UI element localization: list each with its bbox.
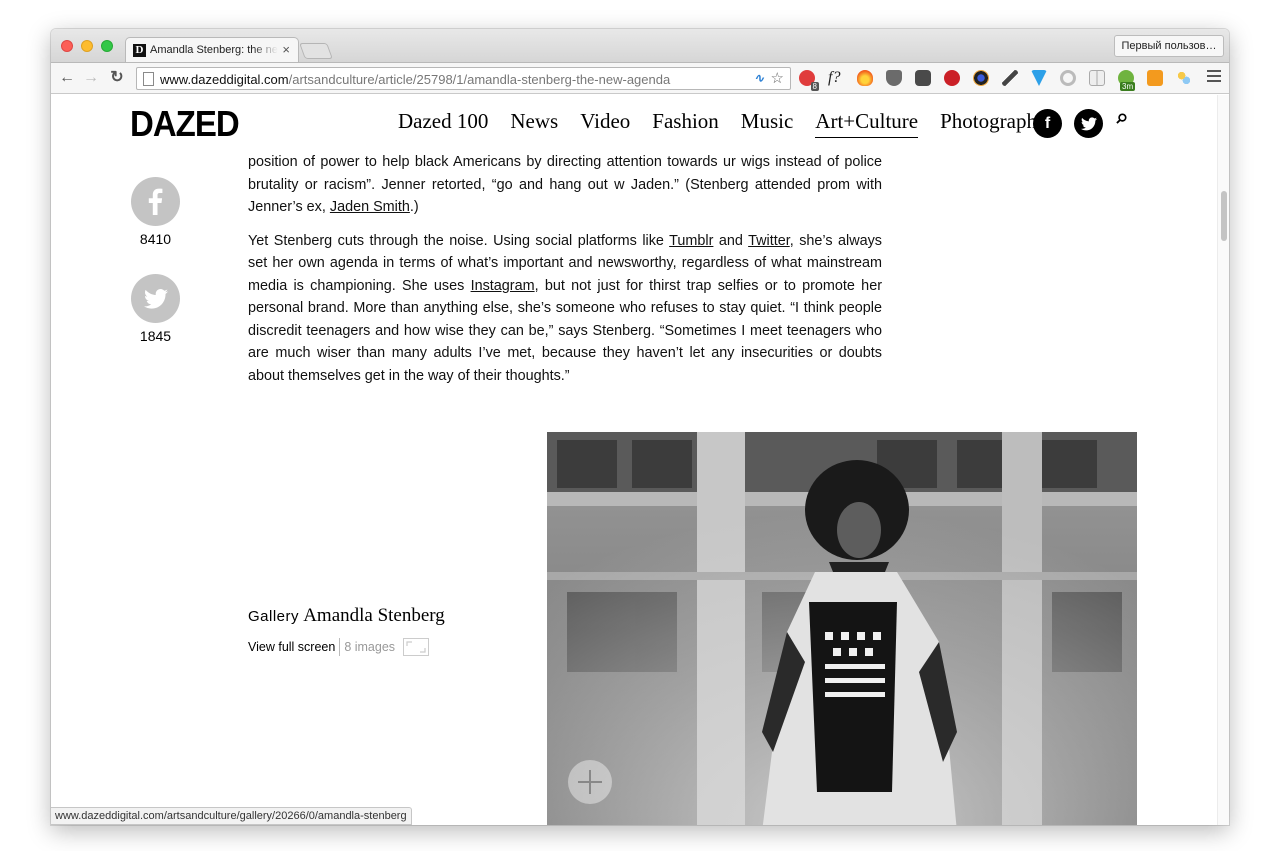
minimize-window-button[interactable] bbox=[81, 40, 93, 52]
main-nav: Dazed 100 News Video Fashion Music Art+C… bbox=[398, 109, 1047, 138]
view-full-screen-link[interactable]: View full screen bbox=[248, 640, 335, 654]
vpn-shield-icon[interactable] bbox=[1031, 70, 1047, 86]
profile-button[interactable]: Первый пользов… bbox=[1114, 35, 1224, 57]
fire-icon[interactable] bbox=[857, 70, 873, 86]
reader-icon[interactable] bbox=[1089, 70, 1105, 86]
article-paragraph: Yet Stenberg cuts through the noise. Usi… bbox=[248, 232, 882, 384]
facebook-icon bbox=[148, 188, 163, 215]
image-count: 8 images bbox=[344, 640, 396, 654]
nav-music[interactable]: Music bbox=[741, 109, 794, 138]
nav-dazed-100[interactable]: Dazed 100 bbox=[398, 109, 488, 138]
tab-strip: D Amandla Stenberg: the new agenda × Пер… bbox=[51, 29, 1229, 63]
twitter-follow-icon[interactable] bbox=[1074, 109, 1103, 138]
chrome-menu-icon[interactable] bbox=[1207, 70, 1221, 84]
page-icon bbox=[143, 72, 154, 86]
fullscreen-icon[interactable] bbox=[403, 638, 430, 656]
twitter-icon bbox=[144, 289, 168, 309]
nav-news[interactable]: News bbox=[510, 109, 558, 138]
divider bbox=[339, 638, 341, 656]
timer-badge: 3m bbox=[1120, 82, 1136, 91]
dazed-logo[interactable]: DAZED bbox=[130, 103, 240, 145]
eyedropper-icon[interactable] bbox=[1002, 70, 1018, 86]
font-inspector-icon[interactable]: f? bbox=[828, 70, 844, 86]
nav-fashion[interactable]: Fashion bbox=[652, 109, 719, 138]
gallery-photo[interactable] bbox=[547, 432, 1137, 825]
pocket-icon[interactable] bbox=[886, 70, 902, 86]
extension-wave-icon[interactable]: ∿ bbox=[754, 71, 764, 85]
colorpicker-icon[interactable] bbox=[973, 70, 989, 86]
facebook-share-count: 8410 bbox=[139, 231, 172, 247]
nav-art-culture[interactable]: Art+Culture bbox=[815, 109, 919, 138]
gallery-label: Gallery bbox=[248, 608, 300, 625]
gallery-title: Amandla Stenberg bbox=[303, 605, 445, 626]
forward-arrow-icon[interactable]: → bbox=[81, 68, 101, 88]
portrait-photo bbox=[547, 432, 1137, 825]
url-path: /artsandculture/article/25798/1/amandla-… bbox=[288, 72, 671, 87]
tab-close-icon[interactable]: × bbox=[282, 42, 290, 57]
back-arrow-icon[interactable]: ← bbox=[57, 68, 77, 88]
reload-icon[interactable]: ↻ bbox=[107, 68, 127, 88]
gallery-meta: View full screen 8 images bbox=[248, 638, 430, 656]
browser-tab[interactable]: D Amandla Stenberg: the new agenda × bbox=[125, 37, 299, 63]
pinterest-icon[interactable] bbox=[944, 70, 960, 86]
gallery-heading: Gallery Amandla Stenberg bbox=[248, 605, 445, 627]
zoom-window-button[interactable] bbox=[101, 40, 113, 52]
nav-photography[interactable]: Photography bbox=[940, 109, 1047, 138]
facebook-share-button[interactable] bbox=[131, 177, 180, 226]
tab-title: Amandla Stenberg: the new agenda bbox=[150, 44, 278, 56]
adblock-icon[interactable]: 8 bbox=[799, 70, 819, 91]
flower-icon[interactable] bbox=[1176, 70, 1192, 86]
nav-video[interactable]: Video bbox=[580, 109, 630, 138]
plus-icon bbox=[578, 770, 602, 794]
link-tumblr[interactable]: Tumblr bbox=[669, 233, 713, 249]
loading-icon[interactable] bbox=[1060, 70, 1076, 86]
page-scrollbar[interactable] bbox=[1217, 95, 1229, 825]
link-jaden-smith[interactable]: Jaden Smith bbox=[330, 199, 410, 215]
page-viewport: DAZED Dazed 100 News Video Fashion Music… bbox=[51, 95, 1229, 825]
twitter-share-button[interactable] bbox=[131, 274, 180, 323]
link-twitter[interactable]: Twitter bbox=[748, 233, 790, 249]
evernote-icon[interactable] bbox=[915, 70, 931, 86]
search-icon[interactable] bbox=[1116, 113, 1127, 124]
article-body: position of power to help black American… bbox=[248, 151, 882, 398]
bookmark-star-icon[interactable]: ☆ bbox=[771, 69, 784, 87]
analytics-icon[interactable] bbox=[1147, 70, 1163, 86]
status-bar: www.dazeddigital.com/artsandculture/gall… bbox=[51, 807, 412, 825]
scrollbar-thumb[interactable] bbox=[1221, 191, 1227, 241]
new-tab-button[interactable] bbox=[299, 43, 333, 59]
address-bar[interactable]: www.dazeddigital.com/artsandculture/arti… bbox=[136, 67, 791, 90]
url-text: www.dazeddigital.com/artsandculture/arti… bbox=[160, 72, 670, 87]
dazed-favicon-icon: D bbox=[133, 44, 146, 57]
url-host: www.dazeddigital.com bbox=[160, 72, 289, 87]
close-window-button[interactable] bbox=[61, 40, 73, 52]
facebook-follow-icon[interactable]: f bbox=[1033, 109, 1062, 138]
link-instagram[interactable]: Instagram bbox=[471, 278, 535, 294]
gallery-expand-button[interactable] bbox=[568, 760, 612, 804]
adblock-badge: 8 bbox=[810, 82, 819, 91]
browser-toolbar: ← → ↻ www.dazeddigital.com/artsandcultur… bbox=[51, 62, 1229, 94]
browser-window: D Amandla Stenberg: the new agenda × Пер… bbox=[51, 29, 1229, 825]
timer-icon[interactable]: 3m bbox=[1118, 70, 1136, 91]
article-paragraph: position of power to help black American… bbox=[248, 154, 882, 215]
twitter-share-count: 1845 bbox=[139, 328, 172, 344]
